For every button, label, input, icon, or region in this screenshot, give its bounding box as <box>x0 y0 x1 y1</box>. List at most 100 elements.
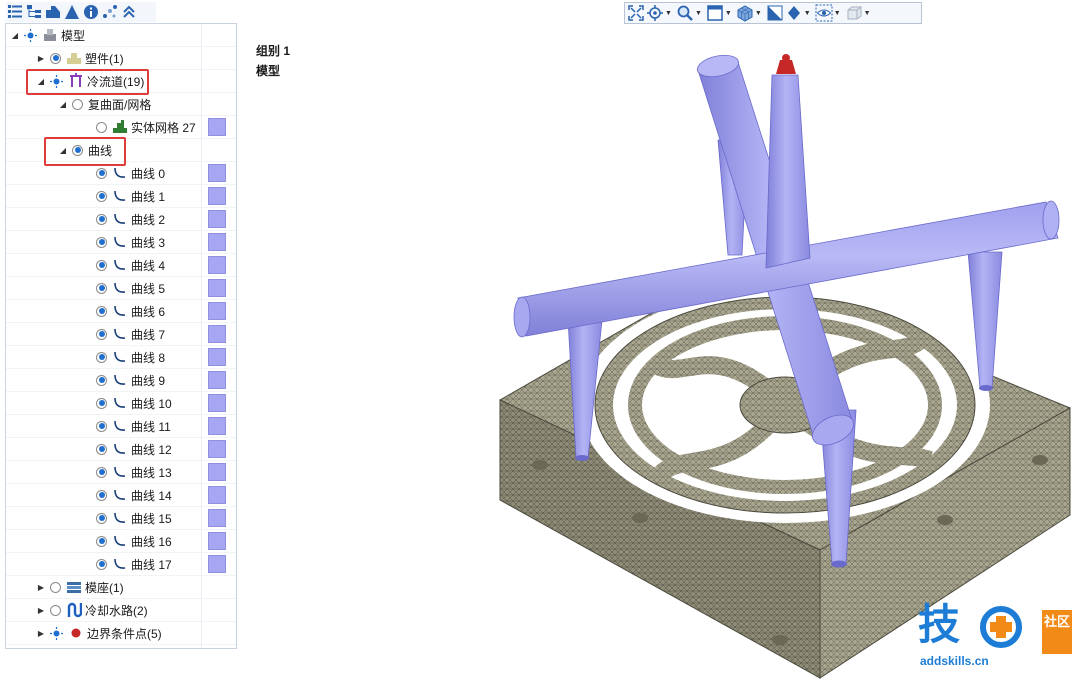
tree-node-curve[interactable]: 曲线 3 <box>6 231 236 254</box>
3d-viewport[interactable] <box>480 30 1080 680</box>
color-swatch[interactable] <box>208 417 226 435</box>
tree-list-icon[interactable] <box>6 4 23 21</box>
tree-node-curve[interactable]: 曲线 4 <box>6 254 236 277</box>
visibility-radio[interactable] <box>72 98 83 110</box>
fit-view-icon[interactable] <box>627 4 645 22</box>
color-swatch[interactable] <box>208 210 226 228</box>
color-swatch[interactable] <box>208 532 226 550</box>
color-swatch[interactable] <box>208 256 226 274</box>
visibility-radio[interactable] <box>96 305 107 317</box>
color-swatch[interactable] <box>208 279 226 297</box>
visibility-radio[interactable] <box>96 213 107 225</box>
visibility-sun-icon[interactable] <box>24 28 37 42</box>
visibility-radio[interactable] <box>96 512 107 524</box>
shaded-icon[interactable] <box>766 4 784 22</box>
dropdown-caret-icon[interactable]: ▼ <box>665 10 672 17</box>
tree-node-curve[interactable]: 曲线 15 <box>6 507 236 530</box>
visibility-radio[interactable] <box>50 581 61 593</box>
visibility-radio[interactable] <box>96 420 107 432</box>
visibility-radio[interactable] <box>96 397 107 409</box>
color-swatch[interactable] <box>208 555 226 573</box>
visibility-radio[interactable] <box>96 282 107 294</box>
collapse-icon[interactable] <box>120 4 137 21</box>
color-swatch[interactable] <box>208 187 226 205</box>
dropdown-caret-icon[interactable]: ▼ <box>804 10 811 17</box>
part-icon[interactable] <box>44 4 61 21</box>
tree-node-curve[interactable]: 曲线 16 <box>6 530 236 553</box>
tree-node-curve[interactable]: 曲线 17 <box>6 553 236 576</box>
color-swatch[interactable] <box>208 509 226 527</box>
visibility-eye-icon[interactable] <box>815 4 833 22</box>
color-swatch[interactable] <box>208 394 226 412</box>
tree-label: 曲线 1 <box>131 189 166 204</box>
collapsed-arrow-icon[interactable]: ▶ <box>36 582 46 592</box>
dropdown-caret-icon[interactable]: ▼ <box>834 10 841 17</box>
tree-node-curve[interactable]: 曲线 2 <box>6 208 236 231</box>
color-swatch[interactable] <box>208 233 226 251</box>
visibility-radio[interactable] <box>96 121 107 133</box>
tree-node-boundary-points[interactable]: ▶ 边界条件点(5) <box>6 622 236 645</box>
visibility-radio[interactable] <box>96 328 107 340</box>
visibility-radio[interactable] <box>96 558 107 570</box>
tree-node-solid-mesh[interactable]: 实体网格 27 <box>6 116 236 139</box>
tree-node-curve[interactable]: 曲线 5 <box>6 277 236 300</box>
view-center-icon[interactable] <box>646 4 664 22</box>
mesh-cone-icon[interactable] <box>63 4 80 21</box>
visibility-radio[interactable] <box>96 351 107 363</box>
points-icon[interactable] <box>101 4 118 21</box>
visibility-radio[interactable] <box>96 190 107 202</box>
color-swatch[interactable] <box>208 348 226 366</box>
tree-node-part[interactable]: ▶ 塑件(1) <box>6 47 236 70</box>
tree-node-curve[interactable]: 曲线 10 <box>6 392 236 415</box>
tree-node-model[interactable]: ◢ 模型 <box>6 24 236 47</box>
visibility-radio[interactable] <box>96 167 107 179</box>
visibility-radio[interactable] <box>50 52 61 64</box>
visibility-radio[interactable] <box>50 604 61 616</box>
color-swatch[interactable] <box>208 302 226 320</box>
visibility-sun-icon[interactable] <box>50 626 63 640</box>
window-icon[interactable] <box>706 4 724 22</box>
tree-node-curve[interactable]: 曲线 13 <box>6 461 236 484</box>
solid-mesh-icon <box>112 119 128 135</box>
tree-node-compound-surface[interactable]: ◢ 复曲面/网格 <box>6 93 236 116</box>
visibility-radio[interactable] <box>96 374 107 386</box>
visibility-radio[interactable] <box>96 489 107 501</box>
tree-node-mold-base[interactable]: ▶ 模座(1) <box>6 576 236 599</box>
color-swatch[interactable] <box>208 325 226 343</box>
visibility-radio[interactable] <box>96 236 107 248</box>
dropdown-caret-icon[interactable]: ▼ <box>755 10 762 17</box>
dropdown-caret-icon[interactable]: ▼ <box>864 10 871 17</box>
color-swatch[interactable] <box>208 486 226 504</box>
visibility-radio[interactable] <box>96 466 107 478</box>
color-swatch[interactable] <box>208 118 226 136</box>
tree-hierarchy-icon[interactable] <box>25 4 42 21</box>
tree-node-curve[interactable]: 曲线 9 <box>6 369 236 392</box>
zoom-icon[interactable] <box>676 4 694 22</box>
mesh-cube-icon[interactable] <box>736 4 754 22</box>
color-swatch[interactable] <box>208 164 226 182</box>
collapsed-arrow-icon[interactable]: ▶ <box>36 628 46 638</box>
visibility-radio[interactable] <box>96 259 107 271</box>
tree-node-curve[interactable]: 曲线 14 <box>6 484 236 507</box>
color-swatch[interactable] <box>208 463 226 481</box>
tree-node-curve[interactable]: 曲线 1 <box>6 185 236 208</box>
collapsed-arrow-icon[interactable]: ▶ <box>36 53 46 63</box>
collapsed-arrow-icon[interactable]: ▶ <box>36 605 46 615</box>
tree-node-curve[interactable]: 曲线 7 <box>6 323 236 346</box>
tree-node-curve[interactable]: 曲线 12 <box>6 438 236 461</box>
color-swatch[interactable] <box>208 371 226 389</box>
tree-node-curve[interactable]: 曲线 8 <box>6 346 236 369</box>
dropdown-caret-icon[interactable]: ▼ <box>725 10 732 17</box>
expand-arrow-icon[interactable]: ◢ <box>58 99 68 109</box>
tree-node-curve[interactable]: 曲线 11 <box>6 415 236 438</box>
render-mode-icon[interactable] <box>785 4 803 22</box>
visibility-radio[interactable] <box>96 535 107 547</box>
dropdown-caret-icon[interactable]: ▼ <box>695 10 702 17</box>
tree-node-cooling-water[interactable]: ▶ 冷却水路(2) <box>6 599 236 622</box>
box-icon[interactable] <box>845 4 863 22</box>
visibility-radio[interactable] <box>96 443 107 455</box>
expand-arrow-icon[interactable]: ◢ <box>10 30 20 40</box>
info-icon[interactable] <box>82 4 99 21</box>
color-swatch[interactable] <box>208 440 226 458</box>
tree-node-curve[interactable]: 曲线 6 <box>6 300 236 323</box>
